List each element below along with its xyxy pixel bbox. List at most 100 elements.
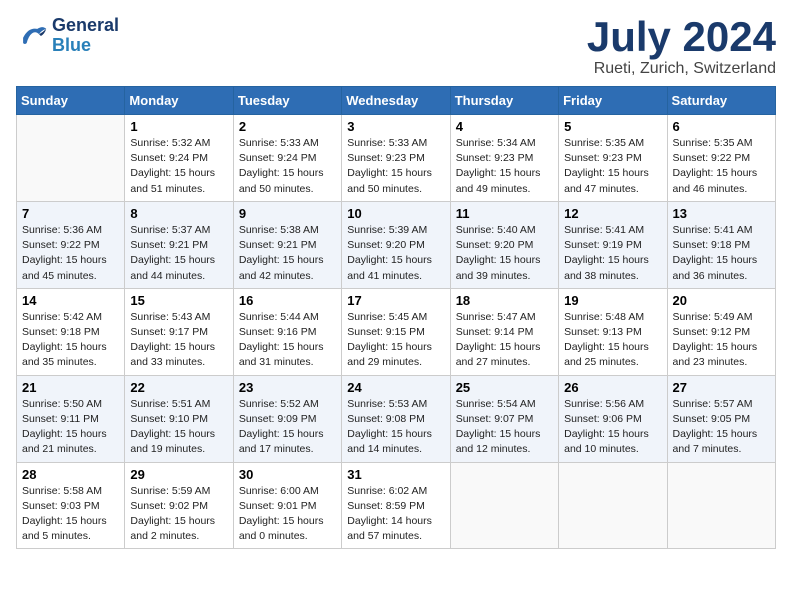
day-number: 11 <box>456 206 553 221</box>
day-detail: Sunrise: 6:02 AMSunset: 8:59 PMDaylight:… <box>347 484 444 545</box>
day-number: 25 <box>456 380 553 395</box>
day-number: 4 <box>456 119 553 134</box>
day-detail: Sunrise: 5:54 AMSunset: 9:07 PMDaylight:… <box>456 397 553 458</box>
day-number: 15 <box>130 293 227 308</box>
day-number: 16 <box>239 293 336 308</box>
calendar-header-row: SundayMondayTuesdayWednesdayThursdayFrid… <box>17 87 776 115</box>
day-number: 13 <box>673 206 770 221</box>
calendar-cell <box>17 115 125 202</box>
title-area: July 2024 Rueti, Zurich, Switzerland <box>587 16 776 78</box>
calendar-cell: 4 Sunrise: 5:34 AMSunset: 9:23 PMDaylight… <box>450 115 558 202</box>
day-header-sunday: Sunday <box>17 87 125 115</box>
calendar-cell: 13 Sunrise: 5:41 AMSunset: 9:18 PMDayligh… <box>667 201 775 288</box>
calendar-cell: 8 Sunrise: 5:37 AMSunset: 9:21 PMDaylight… <box>125 201 233 288</box>
calendar-cell: 16 Sunrise: 5:44 AMSunset: 9:16 PMDayligh… <box>233 288 341 375</box>
day-detail: Sunrise: 5:43 AMSunset: 9:17 PMDaylight:… <box>130 310 227 371</box>
day-number: 24 <box>347 380 444 395</box>
day-detail: Sunrise: 5:50 AMSunset: 9:11 PMDaylight:… <box>22 397 119 458</box>
day-number: 6 <box>673 119 770 134</box>
calendar-cell: 14Sunrise: 5:42 AMSunset: 9:18 PMDayligh… <box>17 288 125 375</box>
day-number: 5 <box>564 119 661 134</box>
day-detail: Sunrise: 5:35 AMSunset: 9:23 PMDaylight:… <box>564 136 661 197</box>
calendar-cell: 10 Sunrise: 5:39 AMSunset: 9:20 PMDayligh… <box>342 201 450 288</box>
calendar-cell: 1 Sunrise: 5:32 AMSunset: 9:24 PMDaylight… <box>125 115 233 202</box>
calendar-cell: 6Sunrise: 5:35 AMSunset: 9:22 PMDaylight… <box>667 115 775 202</box>
day-detail: Sunrise: 5:33 AMSunset: 9:24 PMDaylight:… <box>239 136 336 197</box>
calendar-cell: 26 Sunrise: 5:56 AMSunset: 9:06 PMDayligh… <box>559 375 667 462</box>
calendar-title: July 2024 <box>587 16 776 58</box>
day-detail: Sunrise: 5:42 AMSunset: 9:18 PMDaylight:… <box>22 310 119 371</box>
day-header-monday: Monday <box>125 87 233 115</box>
calendar-cell <box>559 462 667 549</box>
day-number: 2 <box>239 119 336 134</box>
calendar-cell <box>450 462 558 549</box>
day-detail: Sunrise: 5:59 AMSunset: 9:02 PMDaylight:… <box>130 484 227 545</box>
calendar-cell: 19 Sunrise: 5:48 AMSunset: 9:13 PMDayligh… <box>559 288 667 375</box>
day-detail: Sunrise: 5:32 AMSunset: 9:24 PMDaylight:… <box>130 136 227 197</box>
day-number: 12 <box>564 206 661 221</box>
calendar-cell: 25 Sunrise: 5:54 AMSunset: 9:07 PMDayligh… <box>450 375 558 462</box>
calendar-cell: 12 Sunrise: 5:41 AMSunset: 9:19 PMDayligh… <box>559 201 667 288</box>
day-number: 10 <box>347 206 444 221</box>
day-number: 26 <box>564 380 661 395</box>
day-detail: Sunrise: 5:41 AMSunset: 9:19 PMDaylight:… <box>564 223 661 284</box>
calendar-cell: 22 Sunrise: 5:51 AMSunset: 9:10 PMDayligh… <box>125 375 233 462</box>
day-detail: Sunrise: 5:39 AMSunset: 9:20 PMDaylight:… <box>347 223 444 284</box>
day-detail: Sunrise: 5:38 AMSunset: 9:21 PMDaylight:… <box>239 223 336 284</box>
day-number: 21 <box>22 380 119 395</box>
day-number: 22 <box>130 380 227 395</box>
calendar-cell: 2 Sunrise: 5:33 AMSunset: 9:24 PMDaylight… <box>233 115 341 202</box>
logo: General Blue <box>16 16 119 56</box>
calendar-cell: 23 Sunrise: 5:52 AMSunset: 9:09 PMDayligh… <box>233 375 341 462</box>
day-detail: Sunrise: 5:45 AMSunset: 9:15 PMDaylight:… <box>347 310 444 371</box>
day-detail: Sunrise: 5:34 AMSunset: 9:23 PMDaylight:… <box>456 136 553 197</box>
day-detail: Sunrise: 5:49 AMSunset: 9:12 PMDaylight:… <box>673 310 770 371</box>
day-number: 3 <box>347 119 444 134</box>
calendar-cell: 5 Sunrise: 5:35 AMSunset: 9:23 PMDaylight… <box>559 115 667 202</box>
calendar-cell: 27Sunrise: 5:57 AMSunset: 9:05 PMDayligh… <box>667 375 775 462</box>
calendar-cell: 17 Sunrise: 5:45 AMSunset: 9:15 PMDayligh… <box>342 288 450 375</box>
calendar-week-row: 28Sunrise: 5:58 AMSunset: 9:03 PMDayligh… <box>17 462 776 549</box>
calendar-table: SundayMondayTuesdayWednesdayThursdayFrid… <box>16 86 776 549</box>
calendar-cell: 29Sunrise: 5:59 AMSunset: 9:02 PMDayligh… <box>125 462 233 549</box>
calendar-cell: 30 Sunrise: 6:00 AMSunset: 9:01 PMDayligh… <box>233 462 341 549</box>
day-detail: Sunrise: 5:52 AMSunset: 9:09 PMDaylight:… <box>239 397 336 458</box>
calendar-cell: 21 Sunrise: 5:50 AMSunset: 9:11 PMDayligh… <box>17 375 125 462</box>
day-number: 17 <box>347 293 444 308</box>
day-detail: Sunrise: 5:36 AMSunset: 9:22 PMDaylight:… <box>22 223 119 284</box>
day-number: 19 <box>564 293 661 308</box>
day-number: 9 <box>239 206 336 221</box>
day-number: 7 <box>22 206 119 221</box>
calendar-subtitle: Rueti, Zurich, Switzerland <box>587 60 776 78</box>
day-detail: Sunrise: 5:48 AMSunset: 9:13 PMDaylight:… <box>564 310 661 371</box>
day-header-thursday: Thursday <box>450 87 558 115</box>
logo-line1: General <box>52 16 119 36</box>
day-header-tuesday: Tuesday <box>233 87 341 115</box>
day-number: 18 <box>456 293 553 308</box>
calendar-cell <box>667 462 775 549</box>
day-detail: Sunrise: 5:40 AMSunset: 9:20 PMDaylight:… <box>456 223 553 284</box>
day-number: 8 <box>130 206 227 221</box>
day-detail: Sunrise: 5:37 AMSunset: 9:21 PMDaylight:… <box>130 223 227 284</box>
calendar-week-row: 1 Sunrise: 5:32 AMSunset: 9:24 PMDaylight… <box>17 115 776 202</box>
day-detail: Sunrise: 5:56 AMSunset: 9:06 PMDaylight:… <box>564 397 661 458</box>
calendar-cell: 11 Sunrise: 5:40 AMSunset: 9:20 PMDayligh… <box>450 201 558 288</box>
calendar-cell: 31Sunrise: 6:02 AMSunset: 8:59 PMDayligh… <box>342 462 450 549</box>
day-detail: Sunrise: 5:41 AMSunset: 9:18 PMDaylight:… <box>673 223 770 284</box>
day-detail: Sunrise: 5:51 AMSunset: 9:10 PMDaylight:… <box>130 397 227 458</box>
day-detail: Sunrise: 5:44 AMSunset: 9:16 PMDaylight:… <box>239 310 336 371</box>
day-number: 28 <box>22 467 119 482</box>
day-detail: Sunrise: 5:33 AMSunset: 9:23 PMDaylight:… <box>347 136 444 197</box>
day-number: 23 <box>239 380 336 395</box>
calendar-cell: 15 Sunrise: 5:43 AMSunset: 9:17 PMDayligh… <box>125 288 233 375</box>
calendar-cell: 9 Sunrise: 5:38 AMSunset: 9:21 PMDaylight… <box>233 201 341 288</box>
calendar-body: 1 Sunrise: 5:32 AMSunset: 9:24 PMDaylight… <box>17 115 776 549</box>
calendar-cell: 3 Sunrise: 5:33 AMSunset: 9:23 PMDaylight… <box>342 115 450 202</box>
calendar-cell: 18Sunrise: 5:47 AMSunset: 9:14 PMDayligh… <box>450 288 558 375</box>
day-number: 30 <box>239 467 336 482</box>
calendar-cell: 7 Sunrise: 5:36 AMSunset: 9:22 PMDaylight… <box>17 201 125 288</box>
day-detail: Sunrise: 5:57 AMSunset: 9:05 PMDaylight:… <box>673 397 770 458</box>
day-number: 1 <box>130 119 227 134</box>
calendar-week-row: 14Sunrise: 5:42 AMSunset: 9:18 PMDayligh… <box>17 288 776 375</box>
day-detail: Sunrise: 6:00 AMSunset: 9:01 PMDaylight:… <box>239 484 336 545</box>
